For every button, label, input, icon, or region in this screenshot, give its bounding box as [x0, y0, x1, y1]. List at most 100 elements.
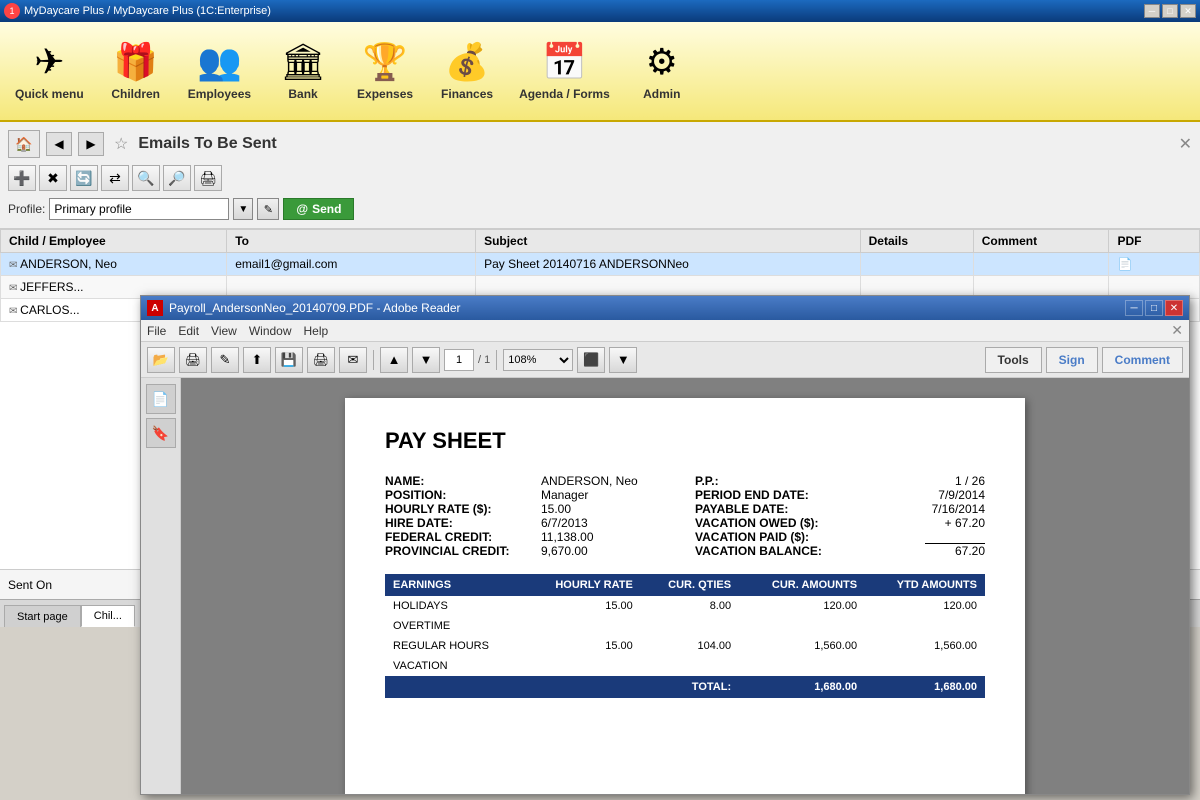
th-cur-amounts: CUR. AMOUNTS	[739, 574, 865, 596]
menu-file[interactable]: File	[147, 324, 166, 338]
menu-edit[interactable]: Edit	[178, 324, 199, 338]
pdf-federalcredit-value: 11,138.00	[541, 530, 594, 544]
adobe-reader-popup: A Payroll_AndersonNeo_20140709.PDF - Ado…	[140, 295, 1190, 795]
nav-agenda[interactable]: 📅 Agenda / Forms	[509, 26, 620, 116]
nav-children[interactable]: 🎁 Children	[96, 26, 176, 116]
pdf-vacationowed-value: + 67.20	[945, 516, 985, 530]
pdf-name-label: NAME:	[385, 474, 535, 488]
row-name: ✉ ANDERSON, Neo	[1, 253, 227, 276]
app-icon: 1	[4, 3, 20, 19]
upload-button[interactable]: ⬆	[243, 347, 271, 373]
sidebar-pages-button[interactable]: 📄	[146, 384, 176, 414]
window-controls[interactable]: ─ □ ✕	[1144, 4, 1196, 18]
pdf-vacationpaid-label: VACATION PAID ($):	[695, 530, 845, 544]
total-ytd-amounts: 1,680.00	[865, 676, 985, 698]
zoom-fit-button[interactable]: ⬛	[577, 347, 605, 373]
nav-finances[interactable]: 💰 Finances	[427, 26, 507, 116]
total-empty-1	[524, 676, 640, 698]
total-label-text: TOTAL:	[641, 676, 739, 698]
print-button[interactable]: 🖨	[307, 347, 335, 373]
tab-start-page[interactable]: Start page	[4, 605, 81, 627]
tab-child-employee[interactable]: Chil...	[81, 605, 135, 627]
send-button[interactable]: @ Send	[283, 198, 354, 220]
sign-button[interactable]: Sign	[1046, 347, 1098, 373]
agenda-icon: 📅	[542, 41, 587, 83]
profile-edit-button[interactable]: ✎	[257, 198, 279, 220]
page-number-input[interactable]	[444, 349, 474, 371]
profile-input[interactable]	[49, 198, 229, 220]
bookmark-icon[interactable]: ☆	[114, 134, 128, 154]
pdf-vacationbalance-row: VACATION BALANCE: 67.20	[695, 544, 985, 558]
zoom-options-button[interactable]: ▼	[609, 347, 637, 373]
pdf-attachment-icon: 📄	[1117, 257, 1132, 271]
earnings-cur-amounts	[739, 616, 865, 636]
comment-button[interactable]: Comment	[1102, 347, 1183, 373]
close-page-button[interactable]: ✕	[1179, 134, 1192, 154]
find-button[interactable]: 🔍	[132, 165, 160, 191]
earnings-cur-qties	[641, 656, 739, 676]
zoom-in-button[interactable]: 🔎	[163, 165, 191, 191]
email-button[interactable]: ✉	[339, 347, 367, 373]
minimize-button[interactable]: ─	[1144, 4, 1160, 18]
pdf-periodend-row: PERIOD END DATE: 7/9/2014	[695, 488, 985, 502]
menu-help[interactable]: Help	[304, 324, 329, 338]
email-icon: ✉	[9, 306, 20, 317]
nav-admin[interactable]: ⚙ Admin	[622, 26, 702, 116]
restore-button[interactable]: □	[1162, 4, 1178, 18]
adobe-restore-button[interactable]: □	[1145, 300, 1163, 316]
col-comment: Comment	[973, 230, 1109, 253]
forward-button[interactable]: ▶	[78, 132, 104, 156]
nav-bank[interactable]: 🏛 Bank	[263, 26, 343, 116]
nav-quick-menu[interactable]: ✈ Quick menu	[5, 26, 94, 116]
open-button[interactable]: 📂	[147, 347, 175, 373]
profile-dropdown-button[interactable]: ▼	[233, 198, 253, 220]
prev-page-button[interactable]: ▲	[380, 347, 408, 373]
table-row[interactable]: ✉ ANDERSON, Neo email1@gmail.com Pay She…	[1, 253, 1200, 276]
nav-expenses[interactable]: 🏆 Expenses	[345, 26, 425, 116]
email-icon: ✉	[9, 283, 20, 294]
nav-quick-menu-label: Quick menu	[15, 87, 84, 101]
pdf-pp-row: P.P.: 1 / 26	[695, 474, 985, 488]
delete-button[interactable]: ✖	[39, 165, 67, 191]
pdf-periodend-value: 7/9/2014	[938, 488, 985, 502]
th-hourly-rate: HOURLY RATE	[524, 574, 640, 596]
adobe-panel-close[interactable]: ✕	[1171, 322, 1183, 339]
earnings-hourly-rate: 15.00	[524, 636, 640, 656]
back-button[interactable]: ◀	[46, 132, 72, 156]
add-button[interactable]: ➕	[8, 165, 36, 191]
refresh-button[interactable]: 🔄	[70, 165, 98, 191]
adobe-window-controls[interactable]: ─ □ ✕	[1125, 300, 1183, 316]
print-button[interactable]: 🖨	[194, 165, 222, 191]
adobe-content[interactable]: PAY SHEET NAME: ANDERSON, Neo POSITION: …	[181, 378, 1189, 794]
home-button[interactable]: 🏠	[8, 130, 40, 158]
pdf-hourlyrate-value: 15.00	[541, 502, 571, 516]
menu-window[interactable]: Window	[249, 324, 292, 338]
expenses-icon: 🏆	[363, 41, 408, 83]
pdf-table-row: HOLIDAYS 15.00 8.00 120.00 120.00	[385, 596, 985, 616]
zoom-select[interactable]: 108% 100% 75%	[503, 349, 573, 371]
pdf-position-row: POSITION: Manager	[385, 488, 675, 502]
duplicate-button[interactable]: ⇄	[101, 165, 129, 191]
close-button[interactable]: ✕	[1180, 4, 1196, 18]
nav-employees[interactable]: 👥 Employees	[178, 26, 261, 116]
app-title: MyDaycare Plus / MyDaycare Plus (1C:Ente…	[24, 5, 1144, 17]
menu-view[interactable]: View	[211, 324, 237, 338]
pdf-provincialcredit-row: PROVINCIAL CREDIT: 9,670.00	[385, 544, 675, 558]
adobe-close-button[interactable]: ✕	[1165, 300, 1183, 316]
pdf-federalcredit-label: FEDERAL CREDIT:	[385, 530, 535, 544]
tools-button[interactable]: Tools	[985, 347, 1042, 373]
pdf-page: PAY SHEET NAME: ANDERSON, Neo POSITION: …	[345, 398, 1025, 794]
sidebar-bookmark-button[interactable]: 🔖	[146, 418, 176, 448]
earnings-hourly-rate	[524, 616, 640, 636]
toolbar-area: 🏠 ◀ ▶ ☆ Emails To Be Sent ✕ ➕ ✖ 🔄 ⇄ 🔍 🔎 …	[0, 122, 1200, 229]
edit-tool-button[interactable]: ✎	[211, 347, 239, 373]
next-page-button[interactable]: ▼	[412, 347, 440, 373]
print-preview-button[interactable]: 🖨	[179, 347, 207, 373]
pdf-federalcredit-row: FEDERAL CREDIT: 11,138.00	[385, 530, 675, 544]
adobe-minimize-button[interactable]: ─	[1125, 300, 1143, 316]
earnings-name: HOLIDAYS	[385, 596, 524, 616]
send-icon: @	[296, 202, 308, 216]
col-pdf: PDF	[1109, 230, 1200, 253]
save-button[interactable]: 💾	[275, 347, 303, 373]
pdf-name-value: ANDERSON, Neo	[541, 474, 638, 488]
